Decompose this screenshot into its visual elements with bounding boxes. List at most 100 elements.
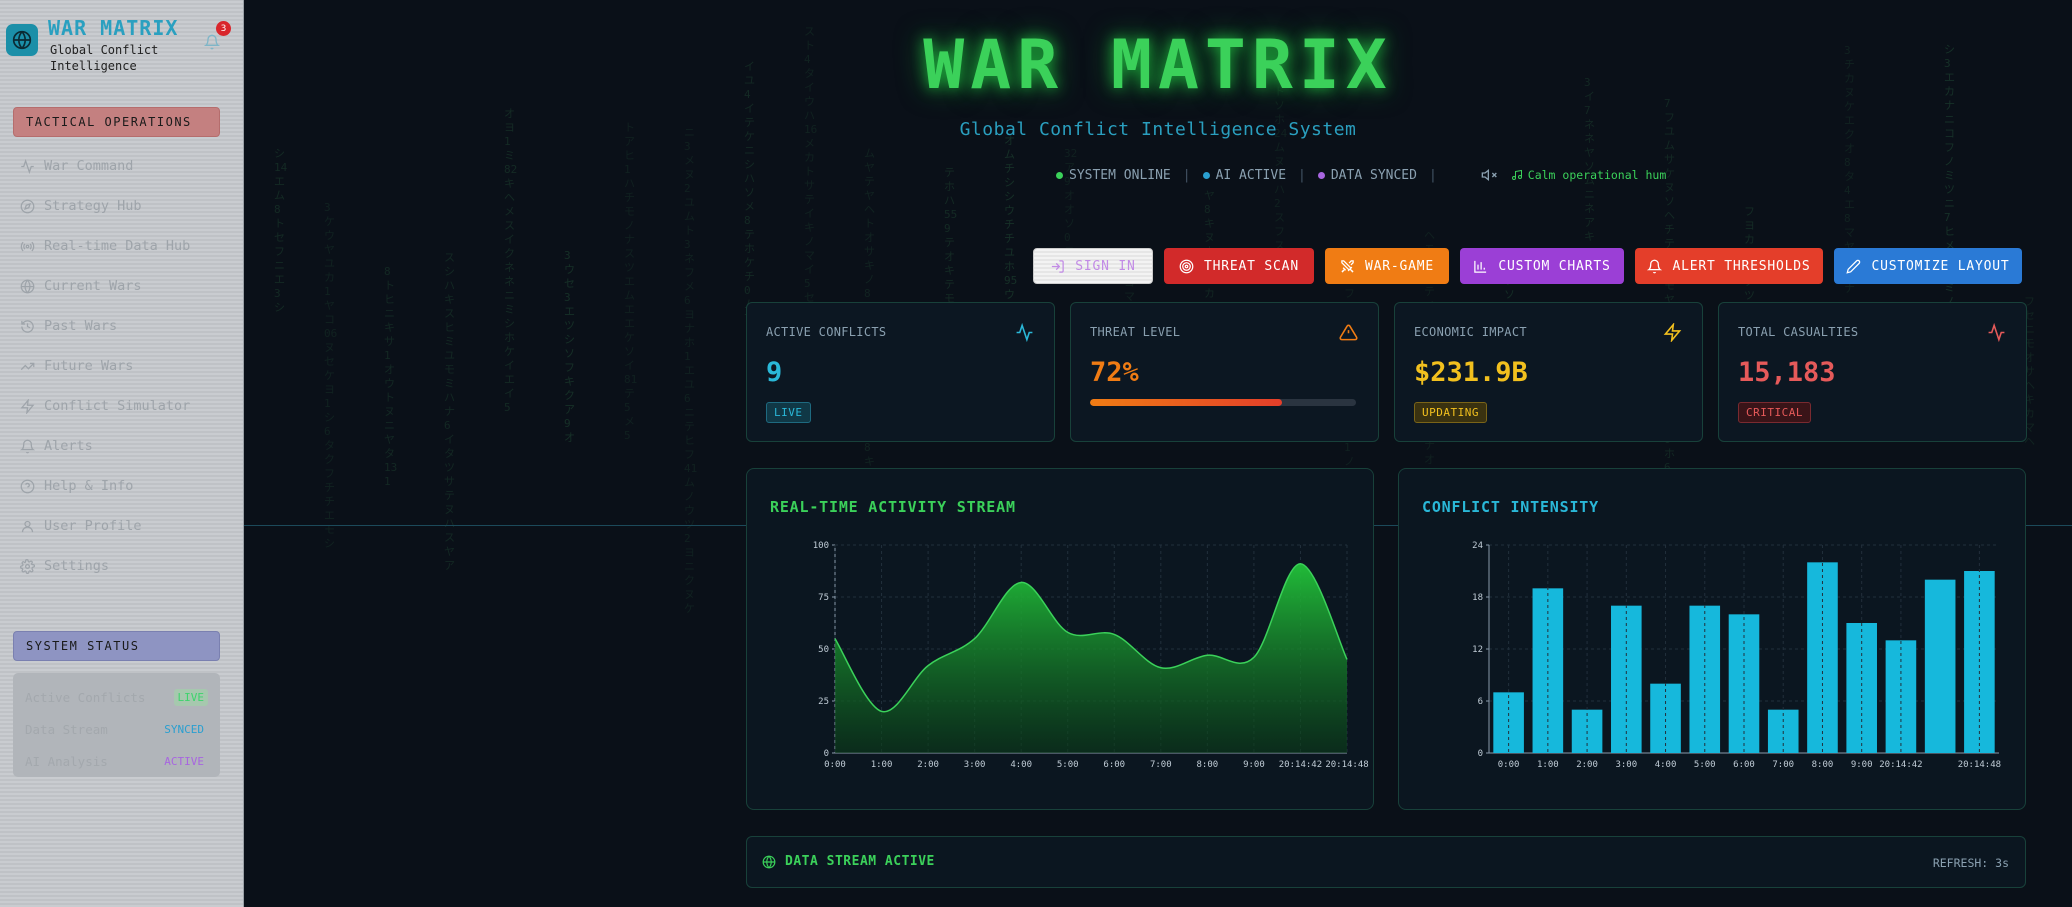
status-row-active-conflicts: Active Conflicts LIVE xyxy=(25,681,208,713)
matrix-rain-column: ニ3メヌ2ユムト3ネフメ6ヨナホ1エユ6ニテヒフ41ムノウツ2ヨニクヌケ xyxy=(684,126,698,615)
card-label: THREAT LEVEL xyxy=(1090,325,1181,339)
sidebar-item-label: Current Wars xyxy=(44,278,142,294)
music-note-icon xyxy=(1511,169,1522,180)
tactical-operations-header: TACTICAL OPERATIONS xyxy=(13,107,220,137)
status-badge: CRITICAL xyxy=(1738,402,1811,423)
status-row-ai-analysis: AI Analysis ACTIVE xyxy=(25,745,208,777)
x-tick-label: 20:14:48 xyxy=(1958,760,2001,770)
x-tick-label: 1:00 xyxy=(1537,760,1559,770)
sidebar-item-label: User Profile xyxy=(44,518,142,534)
matrix-rain-column: シ14エム8トセフニエ3シ xyxy=(274,147,288,314)
x-tick-label: 7:00 xyxy=(1772,760,1794,770)
activity-icon xyxy=(1016,323,1033,342)
button-label: WAR-GAME xyxy=(1364,258,1434,274)
help-icon xyxy=(20,479,35,493)
card-value: $231.9B xyxy=(1414,357,1528,388)
intensity-bar xyxy=(1807,562,1838,753)
x-tick-label: 20:14:42 xyxy=(1879,760,1922,770)
purple-dot-icon xyxy=(1317,171,1325,179)
alert-thresholds-button[interactable]: ALERT THRESHOLDS xyxy=(1635,248,1823,284)
status-label: Data Stream xyxy=(25,721,108,737)
data-stream-status: DATA STREAM ACTIVE xyxy=(762,854,935,869)
status-data-synced: DATA SYNCED xyxy=(1317,168,1417,183)
war-game-button[interactable]: WAR-GAME xyxy=(1325,248,1449,284)
refresh-interval: REFRESH: 3s xyxy=(1932,856,2009,870)
gear-icon xyxy=(20,558,35,574)
x-tick-label: 0:00 xyxy=(1498,760,1520,770)
target-icon xyxy=(1179,259,1194,273)
x-tick-label: 6:00 xyxy=(1733,760,1755,770)
notification-bell-icon[interactable] xyxy=(204,34,220,50)
customize-layout-button[interactable]: CUSTOMIZE LAYOUT xyxy=(1834,248,2022,284)
divider: | xyxy=(1428,167,1437,183)
sidebar-item-alerts[interactable]: Alerts xyxy=(0,426,244,466)
status-badge: UPDATING xyxy=(1414,402,1487,423)
sidebar-item-label: Future Wars xyxy=(44,358,134,374)
sidebar-item-help-info[interactable]: Help & Info xyxy=(0,466,244,506)
trending-up-icon xyxy=(20,362,35,370)
button-label: CUSTOM CHARTS xyxy=(1498,258,1611,274)
sidebar-item-settings[interactable]: Settings xyxy=(0,546,244,586)
custom-charts-button[interactable]: CUSTOM CHARTS xyxy=(1460,248,1624,284)
x-tick-label: 5:00 xyxy=(1694,760,1716,770)
y-tick-label: 100 xyxy=(813,541,829,551)
y-tick-label: 75 xyxy=(818,593,829,603)
intensity-bar xyxy=(1924,579,1956,753)
intensity-bar xyxy=(1650,683,1681,753)
sidebar-item-future-wars[interactable]: Future Wars xyxy=(0,346,244,386)
x-tick-label: 3:00 xyxy=(1615,760,1637,770)
status-label: AI Analysis xyxy=(25,753,108,769)
threat-progress-fill xyxy=(1090,399,1282,406)
y-tick-label: 0 xyxy=(1478,749,1483,759)
y-tick-label: 24 xyxy=(1472,541,1483,551)
activity-stream-panel: REAL-TIME ACTIVITY STREAM 0 25 50 75 100 0:00… xyxy=(746,468,1374,810)
user-icon xyxy=(21,520,34,532)
x-tick-label: 20:14:42 xyxy=(1279,760,1322,770)
green-dot-icon xyxy=(1056,171,1063,179)
ambient-label: Calm operational hum xyxy=(1527,168,1667,182)
y-tick-label: 12 xyxy=(1472,645,1483,655)
sidebar-item-current-wars[interactable]: Current Wars xyxy=(0,266,244,306)
swords-icon xyxy=(1341,259,1354,273)
page-subtitle: Global Conflict Intelligence System xyxy=(959,119,1357,140)
button-label: CUSTOMIZE LAYOUT xyxy=(1871,258,2010,274)
card-value: 15,183 xyxy=(1738,357,1836,388)
globe-logo-icon xyxy=(6,24,38,56)
activity-icon xyxy=(21,158,34,174)
matrix-rain-column: 3ケウヤユカ1ヤコ06ヌセケヨ1シ6タクフチチエモシ xyxy=(324,201,338,550)
threat-scan-button[interactable]: THREAT SCAN xyxy=(1164,248,1314,284)
sidebar-item-label: Strategy Hub xyxy=(44,198,142,214)
notification-badge: 3 xyxy=(216,21,231,36)
sidebar-item-user-profile[interactable]: User Profile xyxy=(0,506,244,546)
sidebar: WAR MATRIX Global Conflict Intelligence … xyxy=(0,0,244,907)
sidebar-item-strategy-hub[interactable]: Strategy Hub xyxy=(0,186,244,226)
status-row-data-stream: Data Stream SYNCED xyxy=(25,713,208,745)
status-text: AI ACTIVE xyxy=(1215,167,1287,183)
card-label: ACTIVE CONFLICTS xyxy=(766,325,887,339)
x-tick-label: 1:00 xyxy=(871,760,893,770)
x-tick-label: 8:00 xyxy=(1812,760,1834,770)
card-label: TOTAL CASUALTIES xyxy=(1738,325,1859,339)
x-tick-label: 6:00 xyxy=(1103,760,1125,770)
activity-area-chart: 0 25 50 75 100 0:00 1:00 2:00 3:00 4:00 5:00 6:00 7:… xyxy=(813,541,1369,770)
matrix-rain-column: オヨ1ミ82キヘメスイクネネニミシホケイエイ5 xyxy=(504,107,518,414)
sidebar-item-war-command[interactable]: War Command xyxy=(0,146,244,186)
button-label: THREAT SCAN xyxy=(1204,258,1299,274)
x-tick-label: 2:00 xyxy=(1576,760,1598,770)
ambient-sound-indicator[interactable]: Calm operational hum xyxy=(1511,168,1666,182)
sidebar-item-realtime-data-hub[interactable]: Real-time Data Hub xyxy=(0,226,244,266)
x-tick-label: 9:00 xyxy=(1851,760,1873,770)
status-text: SYSTEM ONLINE xyxy=(1069,167,1171,183)
mute-icon[interactable] xyxy=(1481,167,1497,183)
system-status-line: SYSTEM ONLINE | AI ACTIVE | DATA SYNCED … xyxy=(1056,167,1666,183)
sidebar-item-conflict-simulator[interactable]: Conflict Simulator xyxy=(0,386,244,426)
radio-icon xyxy=(20,241,35,251)
globe-icon xyxy=(762,855,776,868)
x-tick-label: 2:00 xyxy=(917,760,939,770)
sidebar-item-past-wars[interactable]: Past Wars xyxy=(0,306,244,346)
sidebar-item-label: Settings xyxy=(44,558,110,574)
y-tick-label: 25 xyxy=(818,697,829,707)
sign-in-button[interactable]: SIGN IN xyxy=(1033,248,1153,284)
x-tick-label: 4:00 xyxy=(1655,760,1677,770)
data-stream-label: DATA STREAM ACTIVE xyxy=(785,854,935,869)
